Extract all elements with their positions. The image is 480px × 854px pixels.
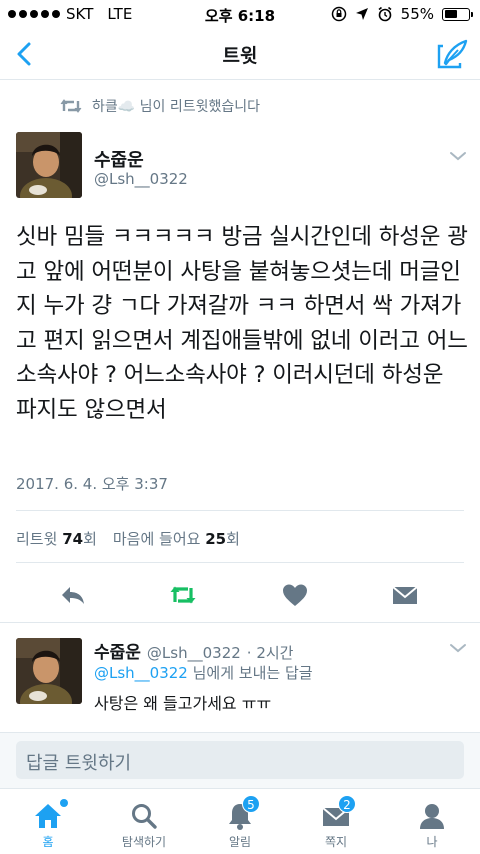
reply-avatar[interactable] [16, 638, 82, 704]
alarm-icon [378, 6, 392, 22]
reply-text: 사탕은 왜 들고가세요 ㅠㅠ [94, 694, 272, 713]
reply-header: 수줍운 @Lsh__0322 · 2시간 [94, 638, 293, 663]
compose-tweet-icon [437, 39, 468, 69]
compose-tweet-button[interactable] [434, 36, 470, 72]
tab-label: 쪽지 [324, 835, 348, 849]
section-separator [0, 622, 480, 623]
notification-badge: 5 [242, 795, 260, 813]
reply-time: · 2시간 [246, 644, 294, 662]
likes-count-stat[interactable]: 마음에 들어요 25회 [113, 528, 240, 549]
like-button[interactable] [280, 580, 310, 610]
retweet-count-stat[interactable]: 리트윗 74회 [16, 528, 97, 549]
home-icon [35, 804, 61, 828]
avatar[interactable] [16, 132, 82, 198]
tab-label: 탐색하기 [121, 835, 167, 849]
reply-author-name[interactable]: 수줍운 [94, 638, 141, 663]
replying-to-suffix: 님에게 보내는 답글 [187, 664, 313, 682]
retweets-label: 리트윗 [16, 530, 58, 548]
tweet-options-chevron-icon[interactable] [449, 150, 467, 162]
tweet-text: 싯바 밈들 ㅋㅋㅋㅋㅋ 방금 실시간인데 하성운 광고 앞에 어떤분이 사탕을 … [16, 224, 468, 423]
messages-badge: 2 [338, 795, 356, 813]
battery-icon [442, 7, 473, 21]
divider [16, 510, 464, 511]
retweets-count: 74 [62, 530, 84, 548]
tab-bar: 홈 탐색하기 5 알림 2 쪽지 나 [0, 788, 480, 854]
author-name[interactable]: 수줍운 [94, 146, 144, 172]
tab-label: 나 [426, 835, 438, 849]
location-icon [355, 8, 368, 20]
tweet-timestamp: 2017. 6. 4. 오후 3:37 [16, 475, 168, 493]
heart-icon [283, 584, 307, 606]
tab-home[interactable]: 홈 [0, 789, 96, 854]
envelope-icon [392, 586, 418, 604]
status-right: 55% [331, 5, 473, 23]
likes-label: 마음에 들어요 [112, 530, 201, 548]
profile-icon [420, 804, 444, 829]
orientation-lock-icon [331, 6, 346, 22]
tweet-stats: 리트윗 74회 마음에 들어요 25회 [16, 528, 240, 549]
retweet-icon [170, 586, 196, 604]
retweet-context-text: 하클☁️ 님이 리트윗했습니다 [92, 99, 261, 115]
tab-label: 홈 [42, 835, 54, 849]
likes-suffix: 회 [226, 530, 240, 548]
reply-author-handle[interactable]: @Lsh__0322 [147, 644, 241, 662]
reply-compose-bar: 답글 트윗하기 [0, 732, 480, 788]
replying-to: @Lsh__0322 님에게 보내는 답글 [94, 662, 313, 683]
battery-percent: 55% [400, 5, 434, 23]
likes-count: 25 [205, 530, 227, 548]
navigation-bar: 트윗 [0, 28, 480, 80]
tab-explore[interactable]: 탐색하기 [96, 789, 192, 854]
tab-notifications[interactable]: 5 알림 [192, 789, 288, 854]
tab-me[interactable]: 나 [384, 789, 480, 854]
direct-message-button[interactable] [390, 580, 420, 610]
reply-input[interactable]: 답글 트윗하기 [16, 741, 464, 779]
reply-button[interactable] [58, 580, 88, 610]
replying-to-handle-link[interactable]: @Lsh__0322 [94, 664, 188, 682]
reply-icon [62, 587, 84, 604]
tweet-actions [0, 580, 480, 610]
avatar-photo [16, 638, 82, 704]
search-icon [132, 804, 157, 829]
divider [16, 562, 464, 563]
retweet-button[interactable] [168, 580, 198, 610]
tab-messages[interactable]: 2 쪽지 [288, 789, 384, 854]
battery-level-fill [444, 10, 458, 18]
reply-options-chevron-icon[interactable] [449, 642, 467, 654]
page-title: 트윗 [222, 45, 258, 67]
author-handle[interactable]: @Lsh__0322 [94, 170, 188, 188]
avatar-photo [16, 132, 82, 198]
retweet-icon [60, 99, 82, 113]
status-bar: SKT LTE 오후 6:18 55% [0, 0, 480, 28]
tab-label: 알림 [228, 835, 252, 849]
retweet-context[interactable]: 하클☁️ 님이 리트윗했습니다 [60, 96, 260, 116]
retweets-suffix: 회 [83, 530, 97, 548]
new-content-dot [60, 799, 68, 807]
